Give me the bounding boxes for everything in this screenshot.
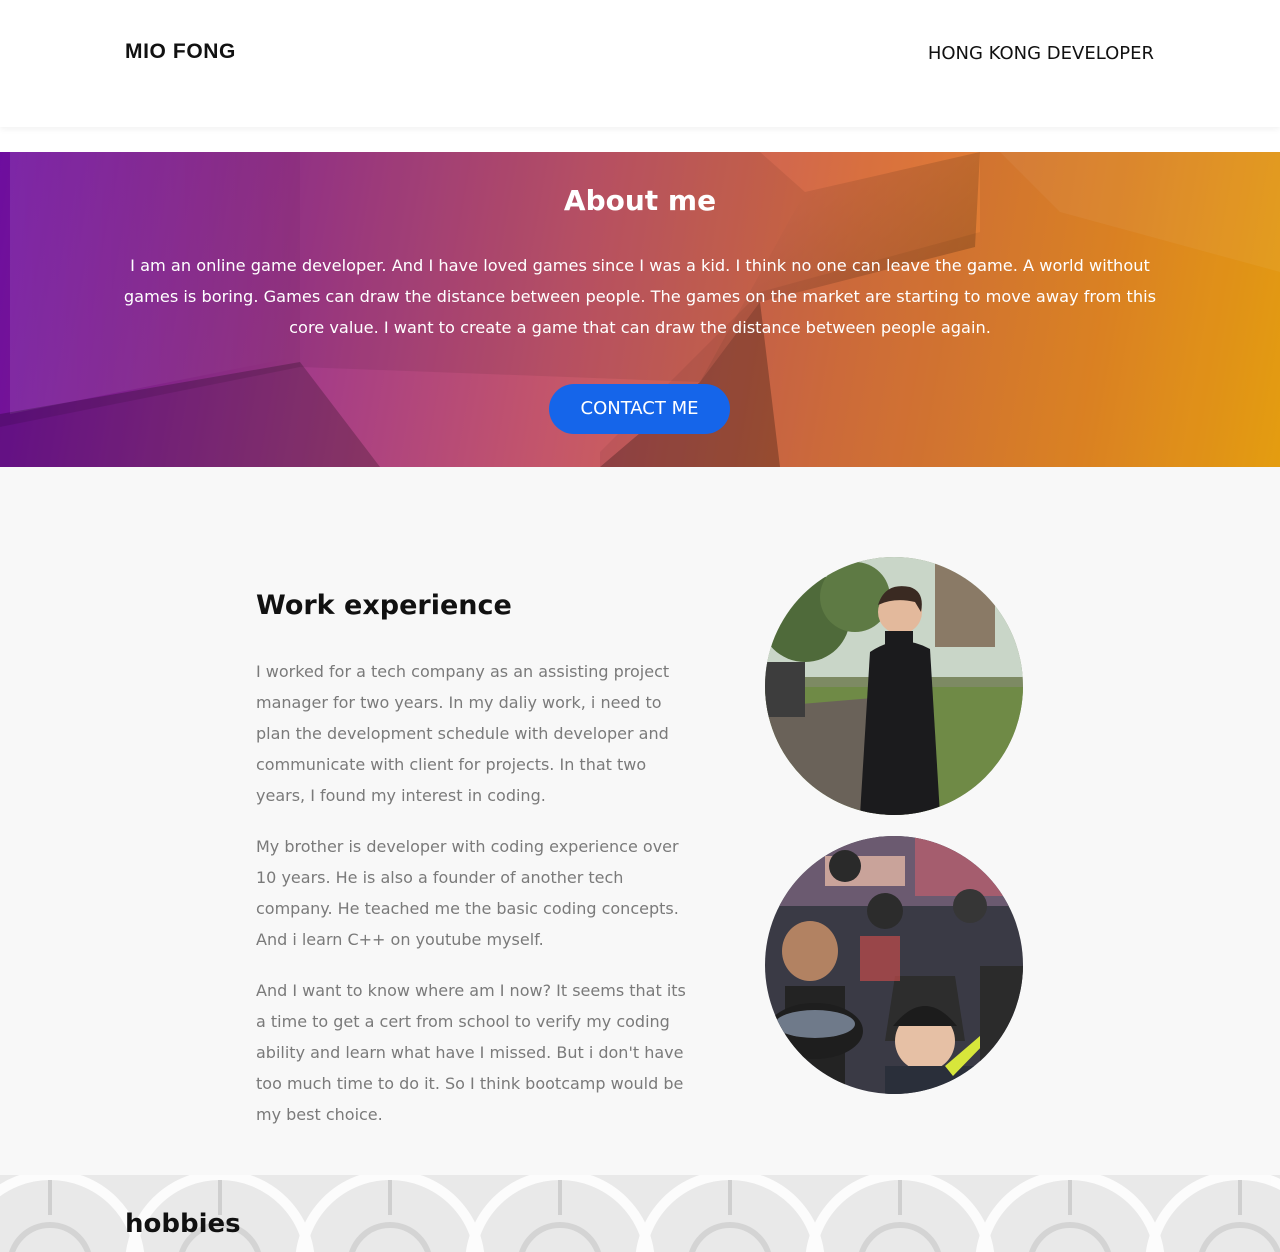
work-paragraph: My brother is developer with coding expe… xyxy=(256,837,679,949)
site-header: MIO FONG HONG KONG DEVELOPER xyxy=(0,0,1280,127)
profile-photo xyxy=(765,557,1023,815)
contact-me-button[interactable]: CONTACT ME xyxy=(549,384,730,434)
about-title: About me xyxy=(563,184,717,217)
brand-logo[interactable]: MIO FONG xyxy=(125,40,236,64)
header-tagline: HONG KONG DEVELOPER xyxy=(927,43,1154,64)
hobbies-section: hobbies xyxy=(0,1175,1280,1252)
about-description: I am an online game developer. And I hav… xyxy=(123,256,1157,337)
work-paragraph: I worked for a tech company as an assist… xyxy=(256,662,670,805)
work-experience-section: Work experience I worked for a tech comp… xyxy=(0,467,1280,1175)
work-paragraph: And I want to know where am I now? It se… xyxy=(256,981,686,1124)
work-experience-title: Work experience xyxy=(256,590,512,621)
work-experience-body: I worked for a tech company as an assist… xyxy=(256,656,696,1150)
about-section: About me I am an online game developer. … xyxy=(0,152,1280,467)
hobbies-title: hobbies xyxy=(125,1209,241,1239)
group-photo xyxy=(765,836,1023,1094)
